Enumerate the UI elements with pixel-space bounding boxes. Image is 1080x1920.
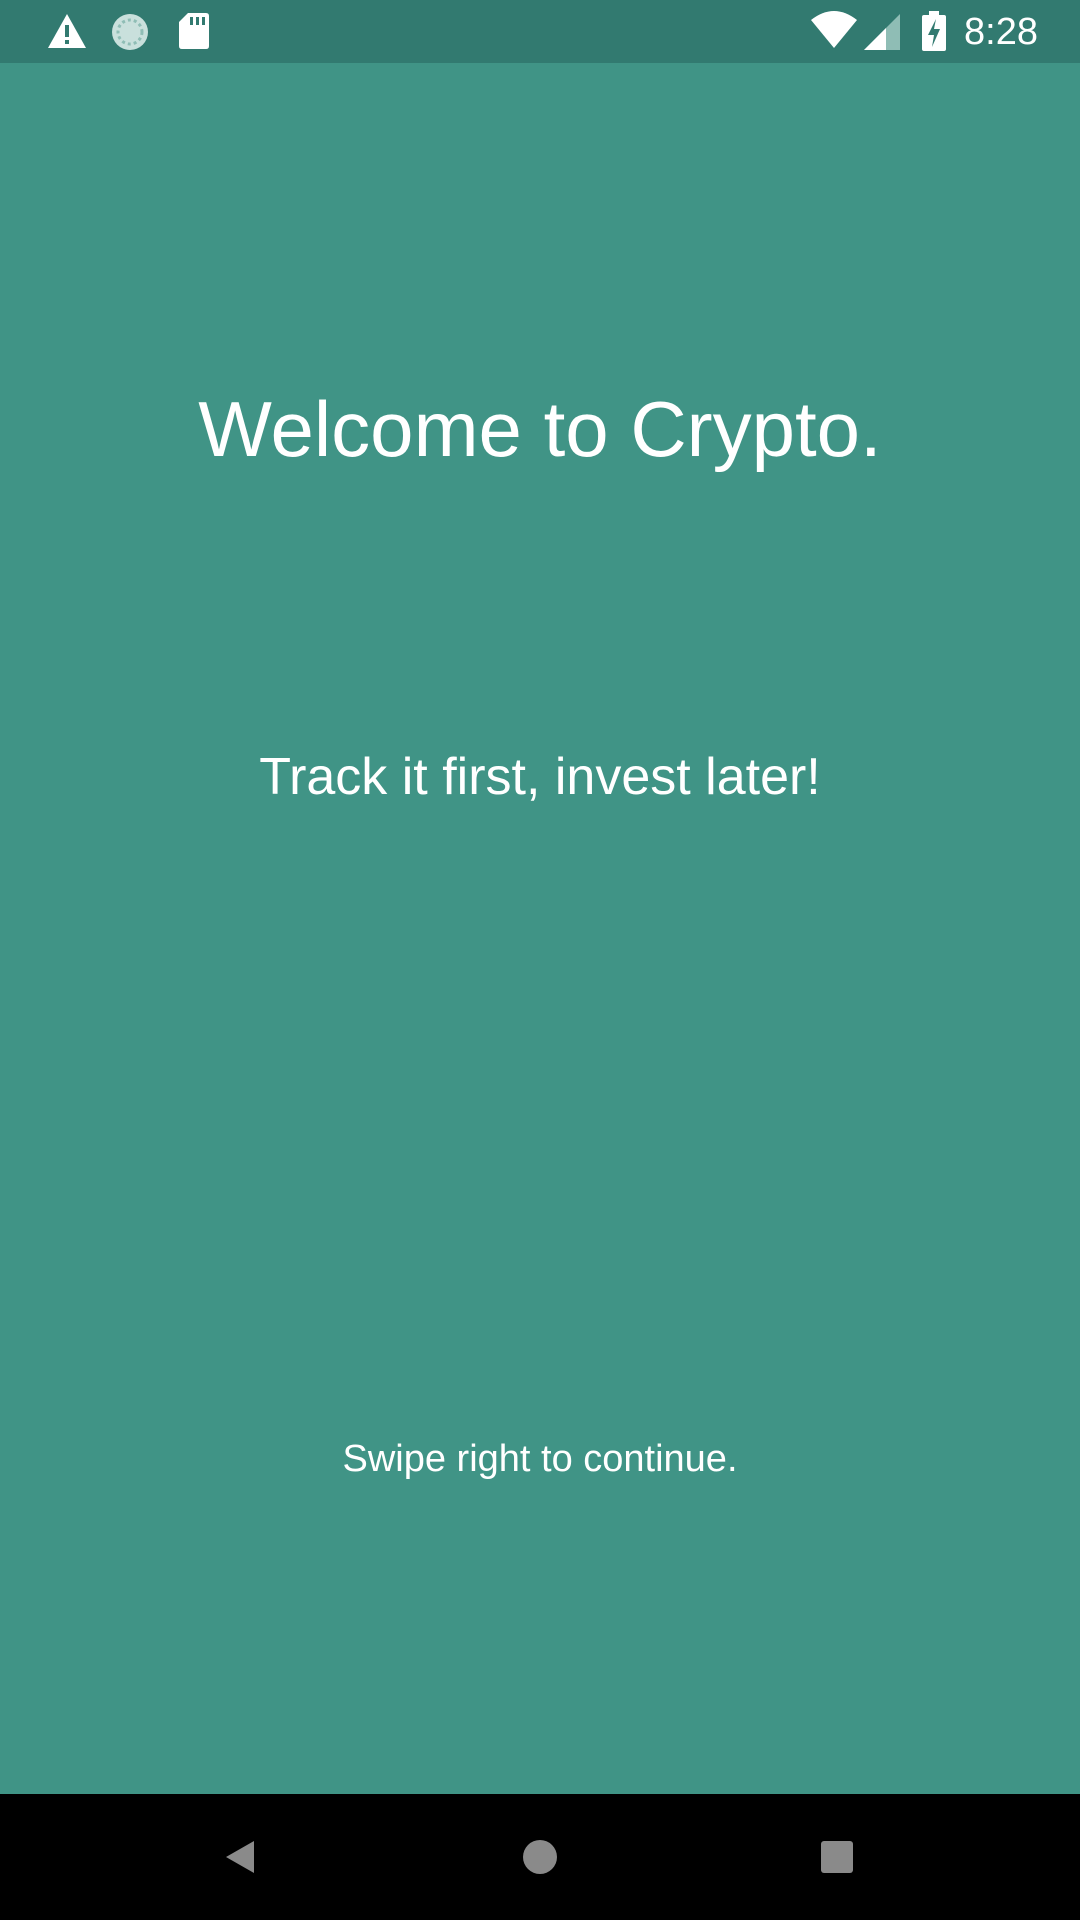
system-nav-bar xyxy=(0,1794,1080,1920)
back-button[interactable] xyxy=(208,1825,272,1889)
home-button[interactable] xyxy=(508,1825,572,1889)
sync-icon xyxy=(110,12,150,57)
welcome-title: Welcome to Crypto. xyxy=(198,385,882,473)
home-icon xyxy=(523,1840,557,1874)
status-clock: 8:28 xyxy=(964,11,1038,53)
sd-card-icon xyxy=(178,12,210,55)
swipe-hint-text: Swipe right to continue. xyxy=(342,1438,738,1480)
cell-signal-icon xyxy=(864,14,900,55)
wifi-icon xyxy=(810,10,858,55)
status-bar: 8:28 xyxy=(0,0,1080,63)
warning-icon xyxy=(46,12,88,55)
recents-button[interactable] xyxy=(805,1825,869,1889)
tagline-text: Track it first, invest later! xyxy=(259,748,821,806)
recents-icon xyxy=(821,1841,853,1873)
battery-charging-icon xyxy=(922,11,946,56)
back-icon xyxy=(226,1841,254,1873)
app-screen: 8:28 Welcome to Crypto. Track it first, … xyxy=(0,0,1080,1920)
onboarding-page[interactable]: Welcome to Crypto. Track it first, inves… xyxy=(0,63,1080,1794)
